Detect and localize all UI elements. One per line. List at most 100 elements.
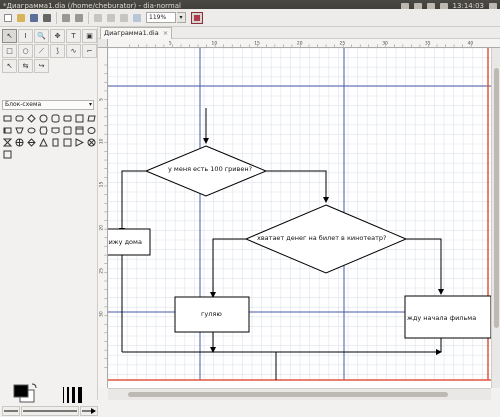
shape-icon [51, 114, 60, 123]
line-style-selector[interactable] [21, 406, 79, 416]
canvas-svg[interactable] [108, 48, 491, 388]
tool-image[interactable]: ▣ [82, 29, 97, 43]
diagram-canvas[interactable]: у меня есть 100 гривен? хватает денег на… [108, 48, 491, 388]
shape-icon [87, 127, 96, 134]
flowchart-shape-12[interactable] [38, 125, 49, 136]
open-folder-icon [17, 13, 25, 22]
connector-arrow[interactable] [266, 170, 329, 203]
cut-button[interactable] [105, 12, 117, 24]
flowchart-shape-5[interactable] [50, 113, 61, 124]
flowchart-shape-14[interactable] [62, 125, 73, 136]
tool-magnify[interactable]: 🔍 [34, 29, 49, 43]
tool-text[interactable]: T [66, 29, 81, 43]
flowchart-shape-4[interactable] [38, 113, 49, 124]
tool-box[interactable]: □ [2, 44, 17, 58]
snap-grid-toggle[interactable] [191, 11, 203, 24]
new-diagram-button[interactable] [2, 12, 14, 24]
box-walk-text: гуляю [201, 310, 222, 318]
paste-button[interactable] [118, 12, 130, 24]
redo-button[interactable] [73, 12, 85, 24]
new-file-icon [4, 13, 12, 22]
flowchart-shape-23[interactable] [74, 137, 85, 148]
tool-select[interactable]: ↖ [2, 29, 17, 43]
flowchart-shape-6[interactable] [62, 113, 73, 124]
connector-arrow[interactable] [406, 238, 444, 295]
flowchart-shape-25[interactable] [2, 149, 13, 160]
box-wait-text: жду начала фильма [407, 314, 477, 322]
flowchart-shape-18[interactable] [14, 137, 25, 148]
sheet-selector[interactable]: Блок-схема ▾ [2, 100, 94, 110]
horizontal-scrollbar[interactable] [108, 388, 491, 400]
zoom-fit-button[interactable] [131, 12, 143, 24]
connector-arrow[interactable] [119, 170, 146, 234]
ruler-label: 5 [99, 98, 105, 101]
flowchart-shape-22[interactable] [62, 137, 73, 148]
horizontal-scroll-thumb[interactable] [128, 392, 448, 397]
flowchart-shape-11[interactable] [26, 125, 37, 136]
flowchart-shape-13[interactable] [50, 125, 61, 136]
flowchart-shape-21[interactable] [50, 137, 61, 148]
toolbox-panel: ↖ Ⅰ 🔍 ✥ T ▣ □ ○ ⟋ ⟆ ∿ ⌐ ↖ ⇆ ↪ Блок-схема… [0, 27, 98, 416]
flowchart-shape-20[interactable] [38, 137, 49, 148]
ruler-label: 30 [99, 311, 105, 317]
ruler-label: 20 [99, 225, 105, 231]
ruler-label: 25 [99, 268, 105, 274]
flowchart-shape-2[interactable] [14, 113, 25, 124]
redo-icon [75, 13, 83, 22]
tool-text-edit[interactable]: Ⅰ [18, 29, 33, 43]
toolbar-separator [88, 11, 89, 24]
flowchart-shape-10[interactable] [14, 125, 25, 136]
main-toolbar: 119% ▾ [0, 9, 500, 27]
tab-diagram[interactable]: Диаграмма1.dia × [100, 27, 173, 39]
save-button[interactable] [28, 12, 40, 24]
flowchart-shape-1[interactable] [2, 113, 13, 124]
undo-button[interactable] [60, 12, 72, 24]
ruler-label: 15 [99, 182, 105, 188]
line-icon [23, 410, 77, 412]
tool-scroll[interactable]: ✥ [50, 29, 65, 43]
zoom-dropdown-button[interactable]: ▾ [177, 12, 186, 23]
sheet-selector-label: Блок-схема [5, 101, 42, 108]
decision1-text: у меня есть 100 гривен? [168, 165, 253, 173]
shape-icon [39, 126, 48, 135]
ruler-label: 10 [99, 138, 105, 144]
flowchart-shape-19[interactable] [26, 137, 37, 148]
tool-polygon[interactable]: ⟋ [34, 44, 49, 58]
copy-button[interactable] [92, 12, 104, 24]
copy-icon [94, 13, 102, 22]
tool-zigzag[interactable]: ↖ [2, 59, 17, 73]
shape-icon [15, 115, 24, 122]
open-button[interactable] [15, 12, 27, 24]
print-button[interactable] [41, 12, 53, 24]
fg-bg-color-swatch[interactable] [10, 382, 40, 404]
close-icon[interactable]: × [163, 29, 168, 37]
end-arrow-selector[interactable] [80, 406, 98, 416]
flowchart-shape-9[interactable] [2, 125, 13, 136]
flowchart-shape-3[interactable] [26, 113, 37, 124]
flowchart-shape-8[interactable] [86, 113, 97, 124]
tool-arc[interactable]: ⌐ [82, 44, 97, 58]
zoom-input[interactable]: 119% [146, 12, 176, 23]
flowchart-shape-16[interactable] [86, 125, 97, 136]
tool-ellipse[interactable]: ○ [18, 44, 33, 58]
start-arrow-selector[interactable] [2, 406, 20, 416]
flowchart-shape-15[interactable] [74, 125, 85, 136]
shape-icon [75, 114, 84, 123]
tool-bezierline[interactable]: ↪ [34, 59, 49, 73]
flowchart-shape-17[interactable] [2, 137, 13, 148]
ruler-label: 20 [297, 40, 303, 46]
ruler-label: 25 [340, 40, 346, 46]
shape-icon [87, 138, 96, 147]
tool-beziergon[interactable]: ⟆ [50, 44, 65, 58]
tool-polyline[interactable]: ⇆ [18, 59, 33, 73]
vertical-scroll-thumb[interactable] [494, 68, 499, 328]
tool-line[interactable]: ∿ [66, 44, 81, 58]
vertical-scrollbar[interactable] [491, 48, 500, 388]
shape-icon [63, 115, 72, 122]
flowchart-shape-24[interactable] [86, 137, 97, 148]
snap-icon [194, 14, 200, 21]
line-width-selector[interactable] [62, 385, 84, 405]
flowchart-shape-7[interactable] [74, 113, 85, 124]
ruler-label: 5 [169, 40, 172, 46]
line-icon [4, 410, 18, 412]
